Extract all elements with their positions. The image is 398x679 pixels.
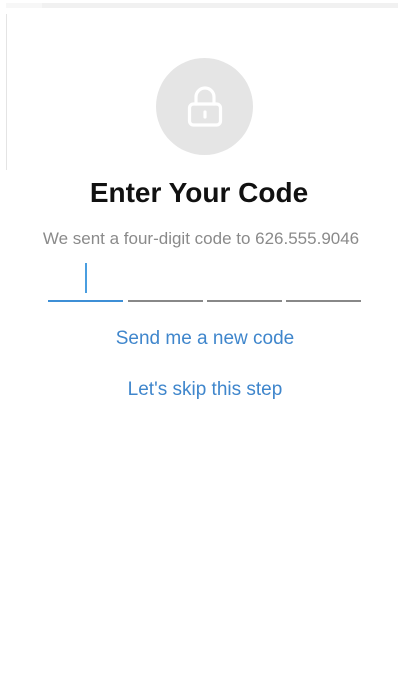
code-digit-2[interactable]	[128, 258, 203, 302]
top-edge-tab	[6, 3, 42, 8]
page-title: Enter Your Code	[89, 177, 309, 208]
left-edge-divider	[6, 14, 7, 170]
lock-icon	[187, 85, 222, 127]
code-digit-1[interactable]	[48, 258, 123, 302]
text-caret	[85, 263, 87, 293]
code-digit-3[interactable]	[207, 258, 282, 302]
verification-screen: Enter Your Code We sent a four-digit cod…	[0, 0, 398, 679]
code-input-row	[48, 258, 362, 302]
code-digit-4[interactable]	[286, 258, 361, 302]
lock-badge	[156, 58, 253, 155]
skip-step-link[interactable]: Let's skip this step	[0, 378, 398, 402]
top-edge-divider	[6, 3, 398, 8]
code-sent-message: We sent a four-digit code to 626.555.904…	[42, 229, 360, 248]
send-new-code-link[interactable]: Send me a new code	[0, 327, 398, 351]
